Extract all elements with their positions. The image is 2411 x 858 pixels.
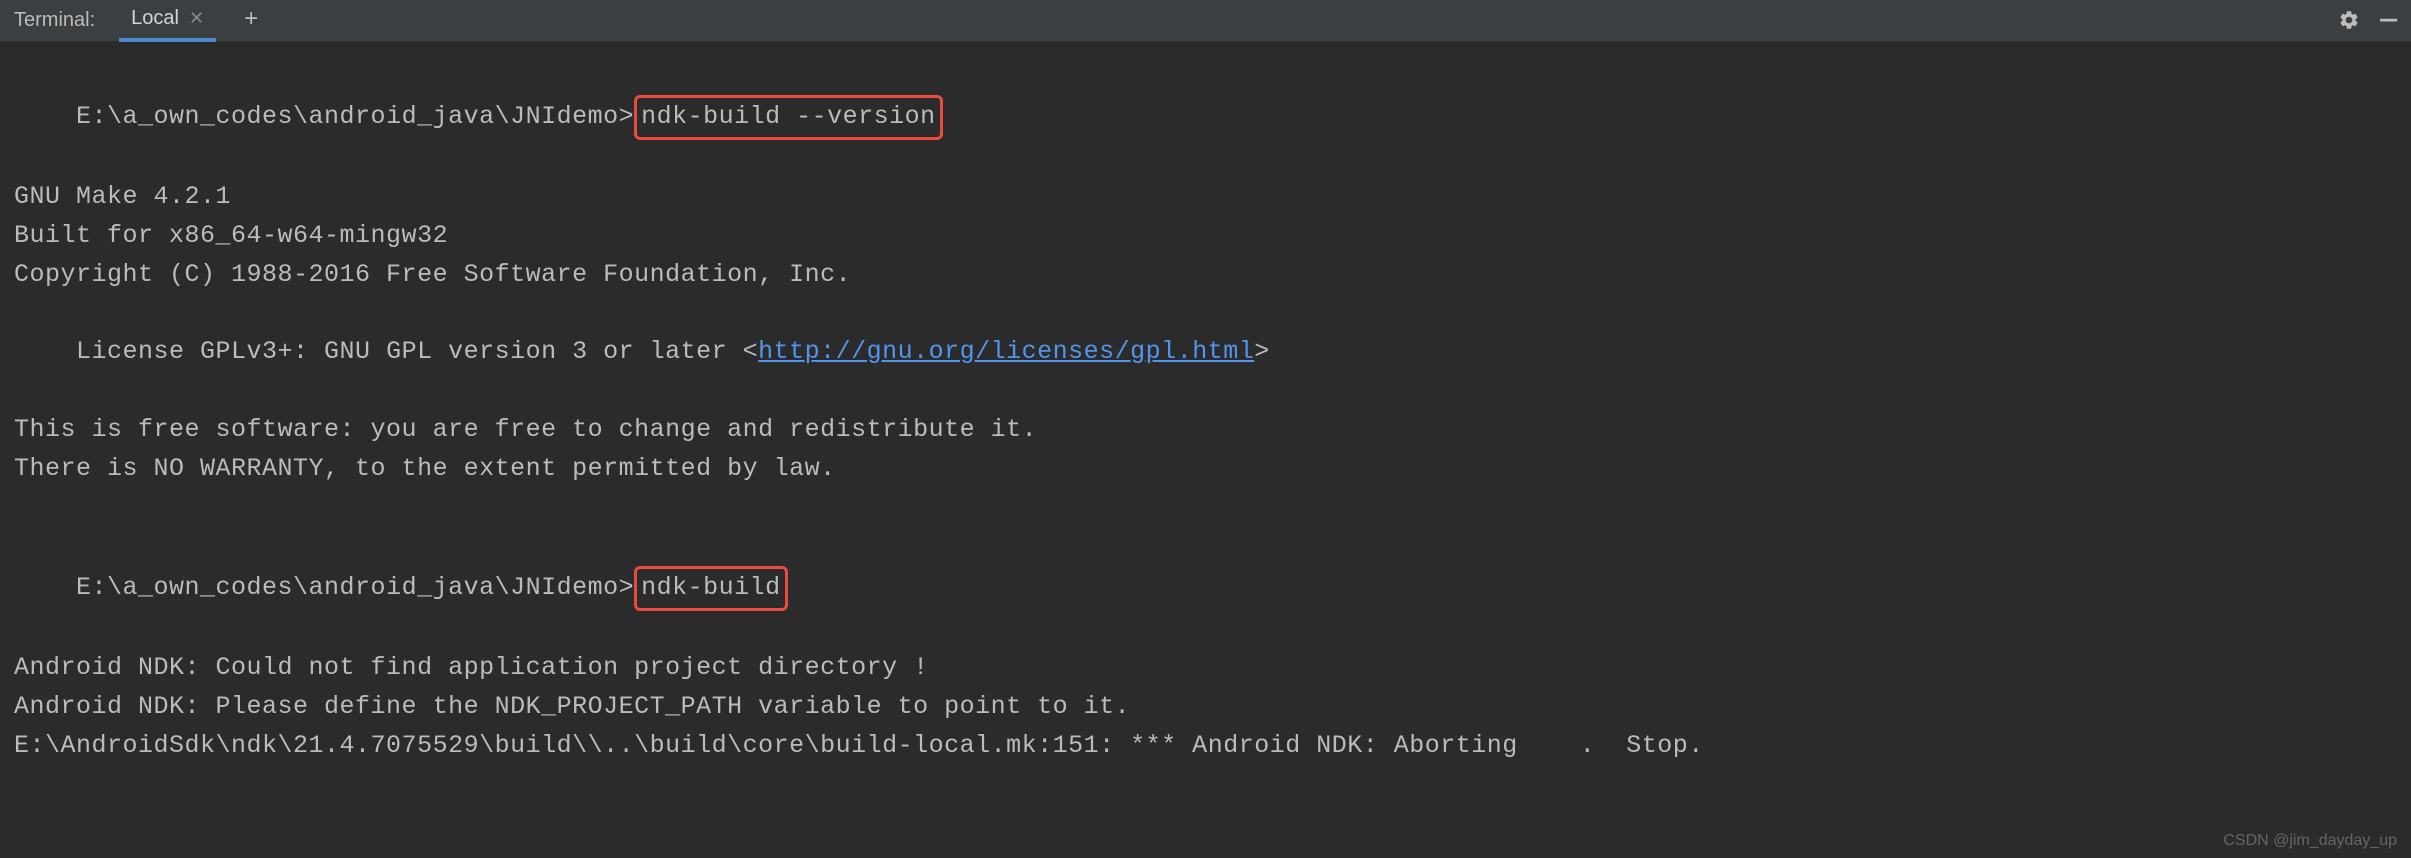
- output-line: GNU Make 4.2.1: [14, 178, 2397, 217]
- prompt-1: E:\a_own_codes\android_java\JNIdemo>: [76, 102, 634, 131]
- highlighted-command-1: ndk-build --version: [634, 95, 943, 140]
- output-line: Android NDK: Could not find application …: [14, 649, 2397, 688]
- minimize-icon[interactable]: —: [2380, 7, 2397, 35]
- tab-label: Local: [131, 7, 179, 30]
- command-line-1: E:\a_own_codes\android_java\JNIdemo>ndk-…: [14, 56, 2397, 178]
- prompt-2: E:\a_own_codes\android_java\JNIdemo>: [76, 573, 634, 602]
- output-line: E:\AndroidSdk\ndk\21.4.7075529\build\\..…: [14, 727, 2397, 766]
- output-line: Copyright (C) 1988-2016 Free Software Fo…: [14, 256, 2397, 295]
- command-line-2: E:\a_own_codes\android_java\JNIdemo>ndk-…: [14, 527, 2397, 649]
- watermark: CSDN @jim_dayday_up: [2223, 832, 2397, 850]
- gear-icon[interactable]: [2338, 8, 2360, 33]
- highlighted-command-2: ndk-build: [634, 566, 788, 611]
- gpl-link[interactable]: http://gnu.org/licenses/gpl.html: [758, 337, 1254, 366]
- terminal-header: Terminal: Local ✕ + —: [0, 0, 2411, 42]
- tab-local[interactable]: Local ✕: [119, 0, 216, 42]
- output-line: License GPLv3+: GNU GPL version 3 or lat…: [14, 295, 2397, 411]
- close-icon[interactable]: ✕: [189, 8, 204, 29]
- header-right: —: [2338, 7, 2397, 35]
- output-line: This is free software: you are free to c…: [14, 411, 2397, 450]
- empty-line: [14, 488, 2397, 527]
- add-tab-button[interactable]: +: [236, 7, 266, 34]
- output-line: Built for x86_64-w64-mingw32: [14, 217, 2397, 256]
- terminal-output[interactable]: E:\a_own_codes\android_java\JNIdemo>ndk-…: [0, 42, 2411, 780]
- terminal-label: Terminal:: [14, 9, 95, 32]
- license-prefix: License GPLv3+: GNU GPL version 3 or lat…: [76, 337, 758, 366]
- output-line: Android NDK: Please define the NDK_PROJE…: [14, 688, 2397, 727]
- license-suffix: >: [1254, 337, 1270, 366]
- output-line: There is NO WARRANTY, to the extent perm…: [14, 450, 2397, 489]
